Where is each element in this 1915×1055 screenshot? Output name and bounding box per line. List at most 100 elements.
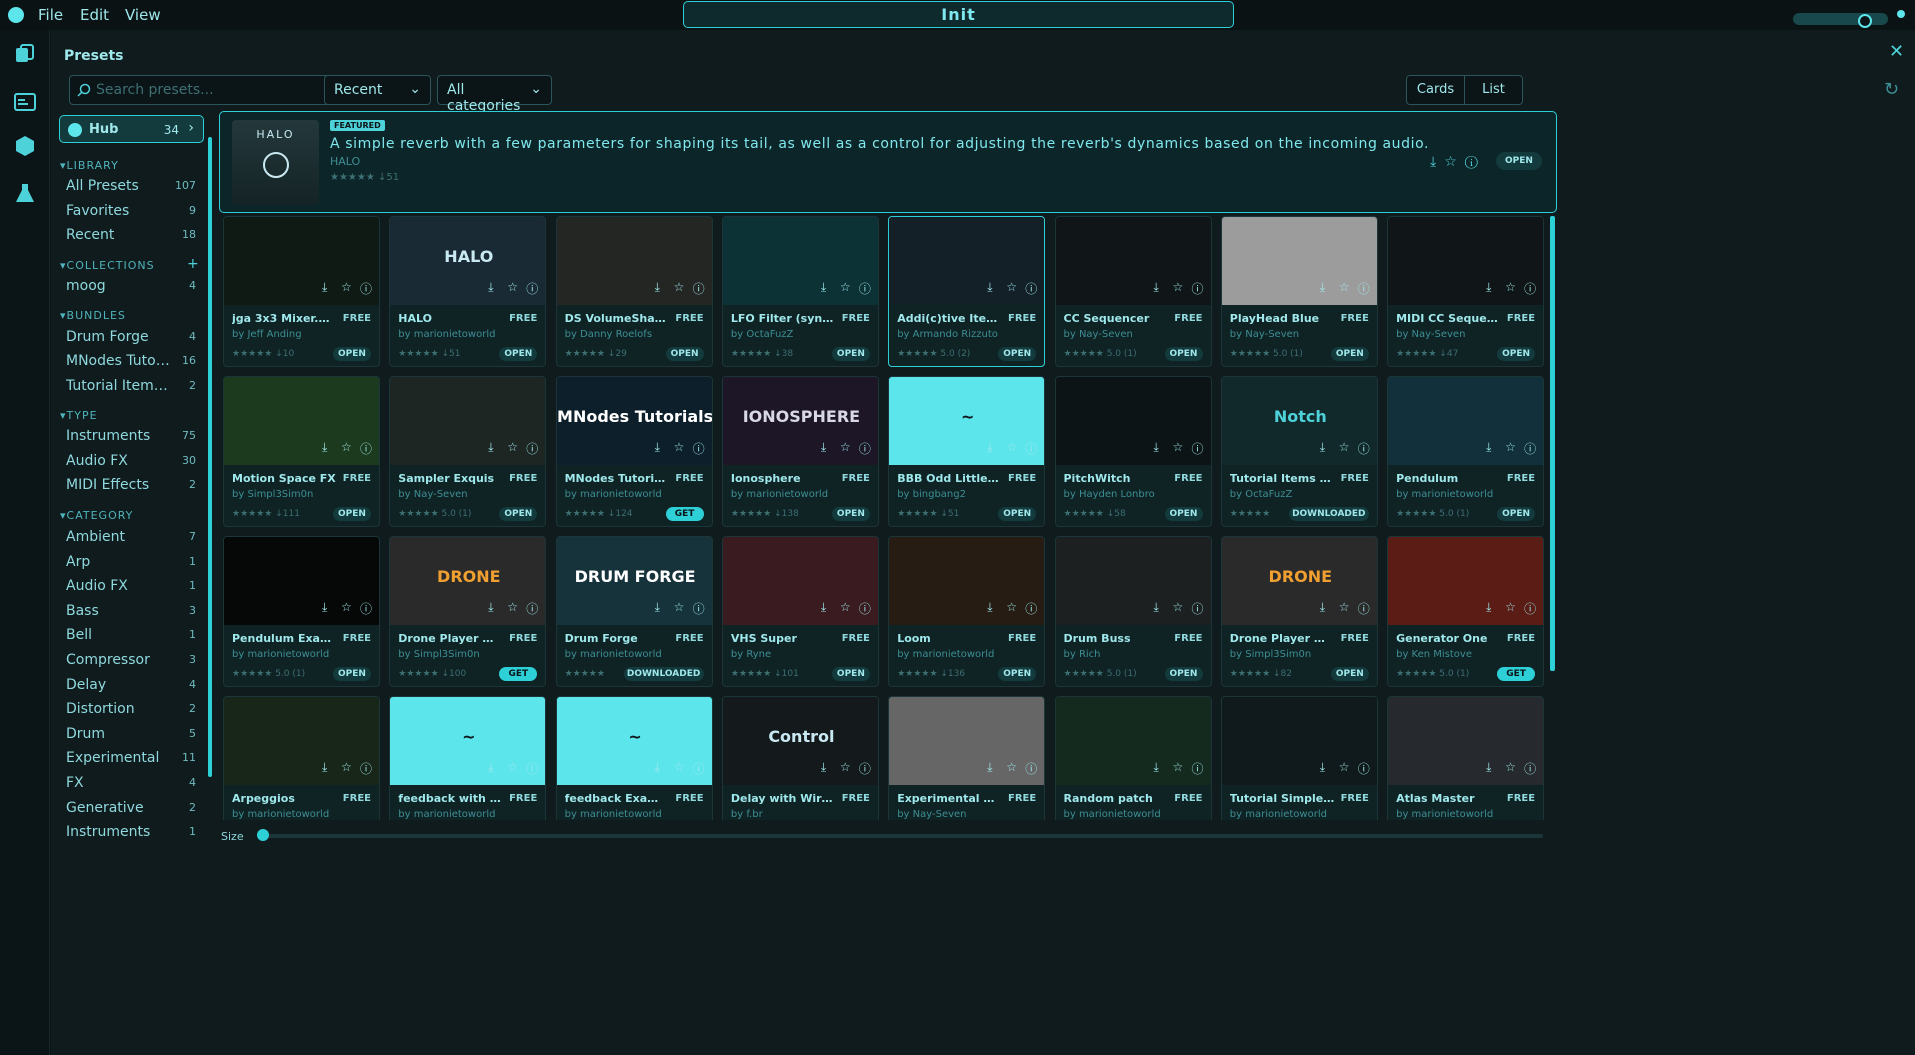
volume-slider[interactable] xyxy=(1793,13,1888,25)
close-icon[interactable]: ✕ xyxy=(1889,43,1907,61)
star-icon[interactable]: ☆ xyxy=(1173,600,1184,614)
preset-card[interactable]: DRONE ⤓ ☆ ⓘ Drone Player Wi... FREE by Simpl3S… xyxy=(1220,536,1378,687)
download-icon[interactable]: ⤓ xyxy=(987,600,992,615)
info-icon[interactable]: ⓘ xyxy=(693,600,705,617)
download-icon[interactable]: ⤓ xyxy=(1486,600,1491,615)
info-icon[interactable]: ⓘ xyxy=(859,280,871,297)
card-action-button[interactable]: OPEN xyxy=(1164,667,1203,681)
star-icon[interactable]: ☆ xyxy=(840,760,851,774)
bundles-heading[interactable]: ▾BUNDLES xyxy=(60,309,126,322)
info-icon[interactable]: ⓘ xyxy=(1025,760,1037,777)
card-author[interactable]: by marionietoworld xyxy=(398,329,495,340)
card-author[interactable]: by bingbang2 xyxy=(897,489,966,500)
flask-icon[interactable] xyxy=(13,182,37,206)
card-author[interactable]: by Ryne xyxy=(731,649,771,660)
preset-card[interactable]: ⤓ ☆ ⓘ Addi(c)tive Itera... FREE by Armando Ri… xyxy=(888,216,1046,367)
star-icon[interactable]: ☆ xyxy=(674,280,685,294)
preset-card[interactable]: ⤓ ☆ ⓘ MIDI CC Sequen... FREE by Nay-Seven ★★★★… xyxy=(1387,216,1545,367)
download-icon[interactable]: ⤓ xyxy=(322,440,327,455)
card-author[interactable]: by marionietoworld xyxy=(1396,489,1493,500)
featured-author[interactable]: HALO xyxy=(330,155,360,168)
category-heading[interactable]: ▾CATEGORY xyxy=(60,509,133,522)
download-icon[interactable]: ⤓ xyxy=(655,280,660,295)
download-icon[interactable]: ⤓ xyxy=(1430,154,1444,170)
info-icon[interactable]: ⓘ xyxy=(360,600,372,617)
card-action-button[interactable]: OPEN xyxy=(333,667,371,681)
star-icon[interactable]: ☆ xyxy=(674,600,685,614)
sidebar-item-category[interactable]: Audio FX 1 xyxy=(66,578,204,594)
sidebar-item-bundle[interactable]: Drum Forge 4 xyxy=(66,329,204,345)
star-icon[interactable]: ☆ xyxy=(1006,600,1017,614)
type-heading[interactable]: ▾TYPE xyxy=(60,409,98,422)
download-icon[interactable]: ⤓ xyxy=(821,600,826,615)
card-action-button[interactable]: OPEN xyxy=(998,347,1037,361)
preset-card[interactable]: ⤓ ☆ ⓘ Tutorial Simple ... FREE by marionietow… xyxy=(1220,696,1378,820)
preset-card[interactable]: IONOSPHERE ⤓ ☆ ⓘ Ionosphere FREE by marionieto… xyxy=(721,376,879,527)
card-action-button[interactable]: OPEN xyxy=(499,507,538,521)
preset-card[interactable]: ~ ⤓ ☆ ⓘ feedback Examp... FREE by marionietowo… xyxy=(555,696,713,820)
star-icon[interactable]: ☆ xyxy=(1505,280,1516,294)
info-icon[interactable]: ⓘ xyxy=(1358,600,1370,617)
card-author[interactable]: by Armando Rizzuto xyxy=(897,329,998,340)
star-icon[interactable]: ☆ xyxy=(1505,760,1516,774)
list-view-button[interactable]: List xyxy=(1464,75,1523,105)
card-author[interactable]: by marionietoworld xyxy=(897,649,994,660)
card-action-button[interactable]: OPEN xyxy=(1497,507,1536,521)
preset-card[interactable]: MNodes Tutorials ⤓ ☆ ⓘ MNodes Tutorial... FRE… xyxy=(555,376,713,527)
preset-card[interactable]: ~ ⤓ ☆ ⓘ BBB Odd Little ... FREE by bingbang2 ★★… xyxy=(888,376,1046,527)
info-icon[interactable]: ⓘ xyxy=(1524,440,1536,457)
preset-card[interactable]: ⤓ ☆ ⓘ Atlas Master FREE by marionietoworld xyxy=(1387,696,1545,820)
download-icon[interactable]: ⤓ xyxy=(655,600,660,615)
card-author[interactable]: by Rich xyxy=(1064,649,1101,660)
card-author[interactable]: by Nay-Seven xyxy=(1230,329,1299,340)
library-heading[interactable]: ▾LIBRARY xyxy=(60,159,119,172)
download-icon[interactable]: ⤓ xyxy=(1154,280,1159,295)
info-icon[interactable]: ⓘ xyxy=(693,760,705,777)
card-action-button[interactable]: OPEN xyxy=(333,347,371,361)
card-action-button[interactable]: GET xyxy=(665,507,704,521)
star-icon[interactable]: ☆ xyxy=(1173,760,1184,774)
star-icon[interactable]: ☆ xyxy=(341,440,352,454)
menu-file[interactable]: File xyxy=(38,6,63,24)
info-icon[interactable]: ⓘ xyxy=(526,280,538,297)
sidebar-item-type[interactable]: Instruments 75 xyxy=(66,428,204,444)
sidebar-scrollbar[interactable] xyxy=(208,137,212,777)
star-icon[interactable]: ☆ xyxy=(341,280,352,294)
info-icon[interactable]: ⓘ xyxy=(1192,760,1204,777)
card-action-button[interactable]: OPEN xyxy=(333,507,371,521)
star-icon[interactable]: ☆ xyxy=(840,600,851,614)
sidebar-item-category[interactable]: Delay 4 xyxy=(66,677,204,693)
star-icon[interactable]: ☆ xyxy=(341,600,352,614)
download-icon[interactable]: ⤓ xyxy=(987,440,992,455)
card-author[interactable]: by marionietoworld xyxy=(565,649,662,660)
download-icon[interactable]: ⤓ xyxy=(1154,440,1159,455)
download-icon[interactable]: ⤓ xyxy=(987,760,992,775)
card-author[interactable]: by Simpl3Sim0n xyxy=(1230,649,1311,660)
refresh-icon[interactable]: ↻ xyxy=(1884,79,1904,100)
download-icon[interactable]: ⤓ xyxy=(987,280,992,295)
download-icon[interactable]: ⤓ xyxy=(821,760,826,775)
download-icon[interactable]: ⤓ xyxy=(655,440,660,455)
sidebar-item-type[interactable]: MIDI Effects 2 xyxy=(66,477,204,493)
sidebar-item-category[interactable]: Bass 3 xyxy=(66,603,204,619)
card-author[interactable]: by Nay-Seven xyxy=(897,809,966,820)
download-icon[interactable]: ⤓ xyxy=(322,600,327,615)
preset-card[interactable]: ⤓ ☆ ⓘ Sampler Exquis FREE by Nay-Seven ★★★★★ 5… xyxy=(389,376,547,527)
sidebar-item-collection[interactable]: moog 4 xyxy=(66,278,204,294)
info-icon[interactable]: ⓘ xyxy=(526,760,538,777)
star-icon[interactable]: ☆ xyxy=(1006,280,1017,294)
preset-card[interactable]: DRONE ⤓ ☆ ⓘ Drone Player wit... FREE by Simpl3… xyxy=(389,536,547,687)
sidebar-item-category[interactable]: Arp 1 xyxy=(66,554,204,570)
card-action-button[interactable]: OPEN xyxy=(831,507,870,521)
cube-icon[interactable] xyxy=(13,134,37,158)
sidebar-item-all-presets[interactable]: All Presets 107 xyxy=(66,178,204,194)
card-action-button[interactable]: DOWNLOADED xyxy=(623,667,704,681)
featured-open-button[interactable]: OPEN xyxy=(1496,152,1542,170)
download-icon[interactable]: ⤓ xyxy=(1154,760,1159,775)
info-icon[interactable]: ⓘ xyxy=(360,760,372,777)
preset-card[interactable]: ⤓ ☆ ⓘ jga 3x3 Mixer.Sp... FREE by Jeff Anding… xyxy=(223,216,380,367)
download-icon[interactable]: ⤓ xyxy=(322,760,327,775)
size-slider-knob[interactable] xyxy=(257,829,269,841)
presets-icon[interactable] xyxy=(13,42,37,66)
sidebar-item-bundle[interactable]: Tutorial Items as Bundle2 xyxy=(66,378,204,394)
